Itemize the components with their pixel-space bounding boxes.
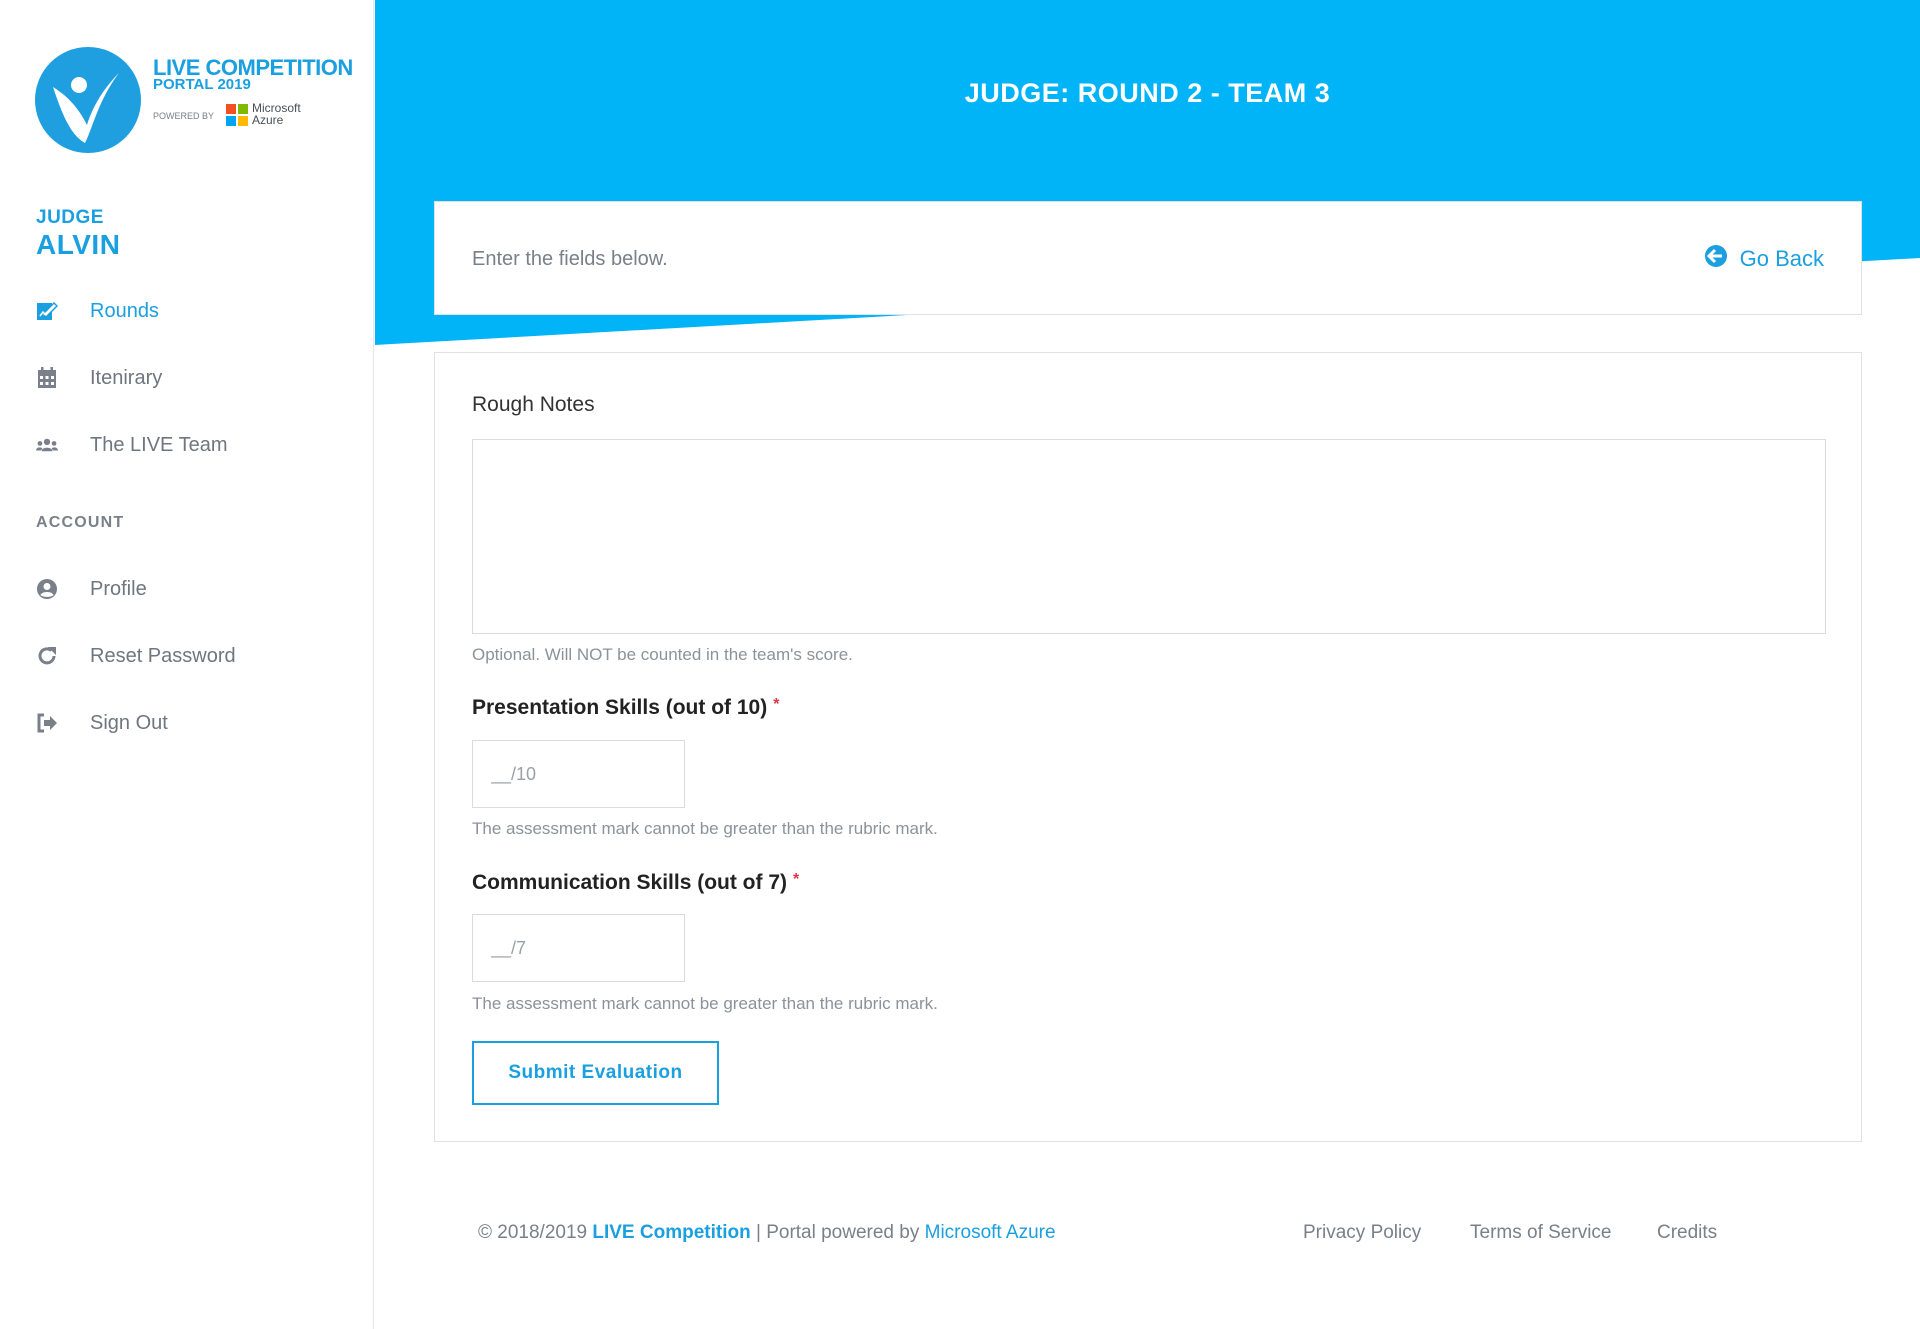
privacy-policy-link[interactable]: Privacy Policy [1303, 1222, 1421, 1244]
users-icon [36, 434, 58, 456]
account-section-label: ACCOUNT [36, 514, 125, 531]
instructions-card: Enter the fields below. Go Back [434, 201, 1862, 315]
communication-skills-help: The assessment mark cannot be greater th… [472, 994, 938, 1013]
go-back-label: Go Back [1739, 245, 1824, 271]
portal-logo[interactable]: LIVE COMPETITION PORTAL 2019 POWERED BY … [35, 47, 355, 157]
ms-line-2: Azure [252, 113, 284, 127]
nav-item-rounds[interactable]: Rounds [36, 296, 159, 326]
nav-label: Reset Password [90, 644, 236, 667]
presentation-skills-label-text: Presentation Skills (out of 10) [472, 696, 768, 719]
presentation-skills-label: Presentation Skills (out of 10) * [472, 696, 779, 720]
copyright-text: © 2018/2019 [478, 1222, 588, 1243]
microsoft-azure-text: Microsoft Azure [252, 102, 301, 126]
communication-skills-label: Communication Skills (out of 7) * [472, 871, 799, 895]
arrow-circle-left-icon [1704, 244, 1728, 273]
sign-out-icon [36, 712, 58, 734]
nav-item-live-team[interactable]: The LIVE Team [36, 430, 227, 460]
terms-of-service-link[interactable]: Terms of Service [1470, 1222, 1611, 1244]
sidebar: LIVE COMPETITION PORTAL 2019 POWERED BY … [0, 0, 374, 1329]
footer-copyright: © 2018/2019 LIVE Competition | Portal po… [478, 1222, 1056, 1244]
nav-item-sign-out[interactable]: Sign Out [36, 708, 168, 738]
go-back-button[interactable]: Go Back [1704, 244, 1824, 273]
microsoft-logo-icon [226, 104, 248, 126]
evaluation-form: Rough Notes Optional. Will NOT be counte… [434, 352, 1862, 1142]
user-name: ALVIN [36, 229, 121, 260]
powered-by-label: POWERED BY [153, 111, 215, 121]
communication-skills-input[interactable] [472, 914, 685, 982]
rough-notes-label: Rough Notes [472, 393, 595, 416]
nav-item-itinerary[interactable]: Itenirary [36, 363, 162, 393]
logo-subtitle: PORTAL 2019 [153, 76, 251, 93]
presentation-skills-input[interactable] [472, 740, 685, 808]
nav-label: The LIVE Team [90, 433, 228, 456]
footer-brand: LIVE Competition [592, 1222, 751, 1243]
microsoft-azure-link[interactable]: Microsoft Azure [925, 1222, 1056, 1243]
presentation-skills-help: The assessment mark cannot be greater th… [472, 819, 938, 838]
user-circle-icon [36, 578, 58, 600]
page-title: JUDGE: ROUND 2 - TEAM 3 [964, 78, 1331, 108]
nav-label: Profile [90, 577, 147, 600]
required-asterisk: * [773, 696, 780, 713]
nav-item-reset-password[interactable]: Reset Password [36, 641, 236, 671]
submit-evaluation-button[interactable]: Submit Evaluation [472, 1041, 719, 1105]
nav-label: Itenirary [90, 366, 163, 389]
edit-icon [36, 300, 58, 322]
nav-label: Rounds [90, 299, 159, 322]
nav-label: Sign Out [90, 711, 168, 734]
rough-notes-help: Optional. Will NOT be counted in the tea… [472, 645, 853, 664]
logo-emblem-icon [35, 47, 141, 153]
credits-link[interactable]: Credits [1657, 1222, 1717, 1244]
footer-separator: | Portal powered by [755, 1222, 920, 1243]
user-role: JUDGE [36, 207, 104, 228]
nav-item-profile[interactable]: Profile [36, 574, 147, 604]
rough-notes-textarea[interactable] [472, 439, 1826, 634]
required-asterisk: * [793, 871, 800, 888]
instructions-text: Enter the fields below. [472, 248, 668, 270]
redo-icon [36, 645, 58, 667]
communication-skills-label-text: Communication Skills (out of 7) [472, 871, 788, 894]
calendar-icon [36, 367, 58, 389]
